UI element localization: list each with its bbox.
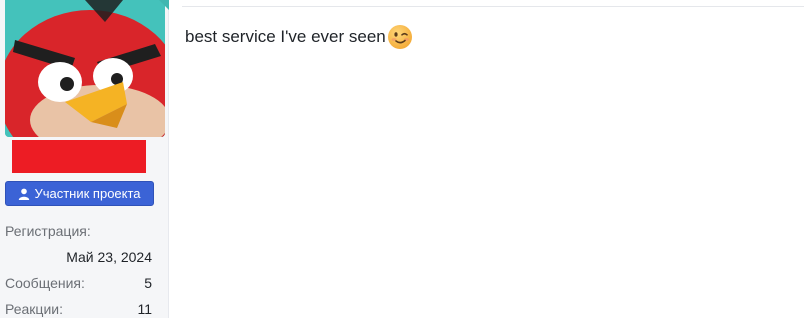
role-badge-label: Участник проекта	[34, 186, 141, 201]
post-content-area: best service I've ever seen	[170, 0, 804, 318]
username-redacted[interactable]	[12, 140, 146, 173]
registration-label: Регистрация:	[5, 223, 91, 239]
post-message: best service I've ever seen	[185, 24, 413, 50]
winking-face-emoji-icon	[387, 24, 413, 50]
user-icon	[18, 188, 30, 200]
messages-label: Сообщения:	[5, 275, 85, 291]
reactions-count: 11	[137, 301, 152, 317]
role-badge: Участник проекта	[5, 181, 154, 206]
messages-count: 5	[144, 275, 152, 291]
reactions-label: Реакции:	[5, 301, 63, 317]
user-sidebar: Участник проекта Регистрация: Май 23, 20…	[0, 0, 169, 318]
post-body-text: best service I've ever seen	[185, 27, 386, 46]
user-avatar[interactable]	[5, 0, 165, 137]
registration-date: Май 23, 2024	[66, 249, 152, 265]
post-divider	[182, 6, 804, 7]
post-arrow	[159, 0, 169, 10]
angry-bird-avatar-icon	[5, 0, 165, 137]
